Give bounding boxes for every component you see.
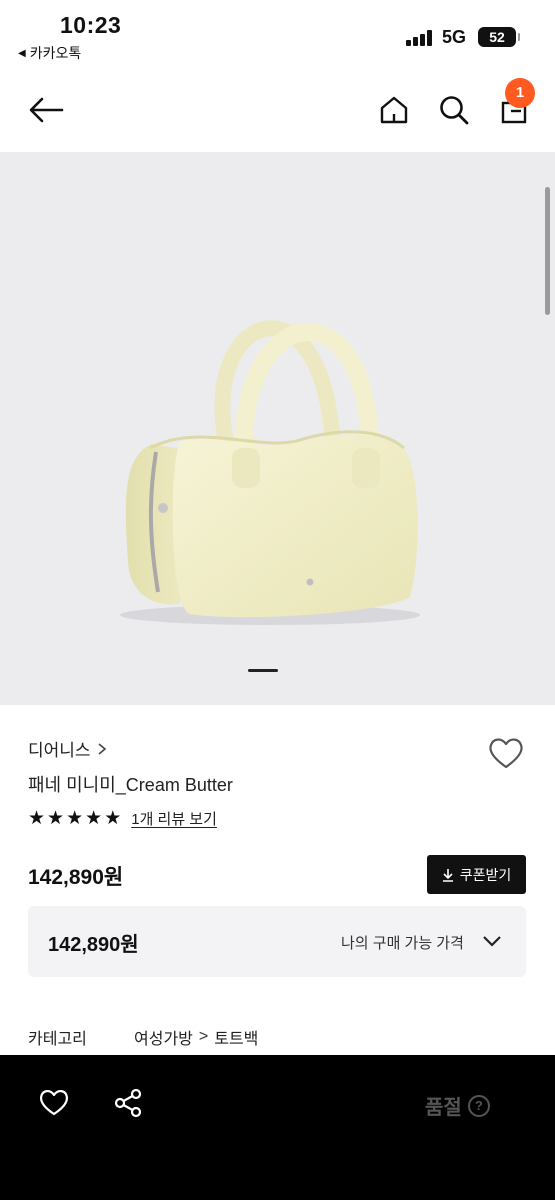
coupon-button[interactable]: 쿠폰받기 <box>427 855 526 894</box>
back-app-label: 카카오톡 <box>29 45 82 61</box>
star-icon: ★ <box>85 807 103 829</box>
share-icon <box>114 1088 142 1118</box>
share-button[interactable] <box>112 1087 144 1119</box>
brand-name: 디어니스 <box>28 741 91 760</box>
cart-count-badge: 1 <box>505 78 535 108</box>
image-page-indicator[interactable] <box>248 669 278 672</box>
review-link[interactable]: 1개 리뷰 보기 <box>131 808 217 829</box>
back-triangle-icon: ◀ <box>18 47 26 59</box>
download-icon <box>442 868 453 882</box>
home-icon <box>380 96 408 124</box>
bottom-wishlist-button[interactable] <box>38 1087 70 1117</box>
bottom-action-bar: 품절 ? <box>0 1055 555 1200</box>
signal-icon <box>406 30 432 46</box>
star-icon: ★ <box>28 807 46 829</box>
search-icon <box>440 96 469 125</box>
handbag-illustration <box>120 320 420 625</box>
rating-row: ★ ★ ★ ★ ★ 1개 리뷰 보기 <box>28 808 217 829</box>
star-icon: ★ <box>104 807 122 829</box>
soldout-status: 품절 ? <box>425 1091 490 1120</box>
purchase-price-box[interactable]: 142,890원 나의 구매 가능 가격 <box>28 906 526 977</box>
coupon-button-label: 쿠폰받기 <box>459 866 512 883</box>
back-button[interactable] <box>24 90 68 130</box>
arrow-left-icon <box>29 97 64 123</box>
header-nav <box>0 72 555 150</box>
purchase-price-label: 나의 구매 가능 가격 <box>341 935 464 952</box>
soldout-label: 품절 <box>425 1097 462 1119</box>
home-button[interactable] <box>374 90 414 130</box>
category-label: 카테고리 <box>28 1031 87 1048</box>
chevron-right-icon <box>98 742 106 755</box>
image-scrollbar[interactable] <box>545 187 550 315</box>
status-bar: 10:23 ◀ 카카오톡 5G 52 <box>0 0 555 70</box>
product-image[interactable] <box>0 152 555 705</box>
category-path-item[interactable]: 여성가방 <box>134 1025 193 1049</box>
brand-link[interactable]: 디어니스 <box>28 736 107 761</box>
star-icon: ★ <box>47 807 65 829</box>
help-icon[interactable]: ? <box>467 1094 490 1117</box>
wishlist-button[interactable] <box>487 735 525 771</box>
heart-outline-icon <box>40 1090 68 1116</box>
chevron-right-icon: > <box>198 1028 209 1045</box>
network-label: 5G <box>442 27 467 47</box>
back-to-app-link[interactable]: ◀ 카카오톡 <box>18 43 81 63</box>
battery-icon: 52 <box>478 27 520 47</box>
search-button[interactable] <box>434 90 474 130</box>
category-row: 카테고리 여성가방 > 토트백 <box>28 1025 258 1049</box>
star-icon: ★ <box>66 807 84 829</box>
category-path-item[interactable]: 토트백 <box>214 1025 258 1049</box>
status-time: 10:23 <box>60 12 122 38</box>
product-price: 142,890원 <box>28 866 124 889</box>
product-title: 패네 미니미_Cream Butter <box>28 775 233 795</box>
purchase-price-amount: 142,890원 <box>48 934 139 956</box>
heart-outline-icon <box>489 738 523 769</box>
chevron-down-icon <box>483 936 501 947</box>
battery-level: 52 <box>489 29 505 45</box>
